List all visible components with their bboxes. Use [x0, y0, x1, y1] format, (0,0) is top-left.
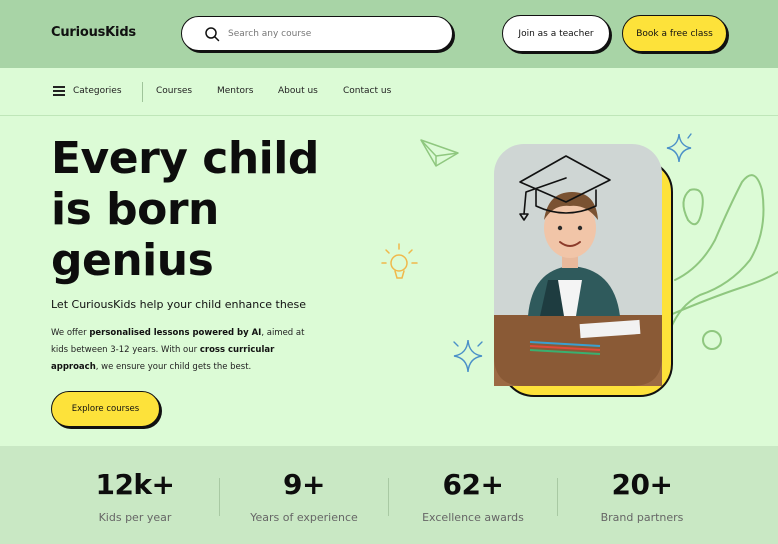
stat-excellence-awards: 62+ Excellence awards — [388, 468, 558, 524]
squiggle-doodle — [669, 174, 778, 350]
paper-plane-icon — [420, 139, 459, 167]
stat-value: 12k+ — [95, 468, 175, 501]
stats-section: 12k+ Kids per year 9+ Years of experienc… — [0, 446, 778, 544]
search-bar[interactable] — [181, 16, 453, 51]
hero-title-line: is born — [51, 184, 219, 235]
hero-title-line: Every child — [51, 133, 319, 184]
stat-value: 62+ — [442, 468, 504, 501]
search-input[interactable] — [228, 25, 438, 42]
hero-illustration — [381, 133, 778, 397]
nav-divider — [142, 82, 143, 102]
explore-courses-button[interactable]: Explore courses — [51, 391, 160, 427]
stat-kids-per-year: 12k+ Kids per year — [50, 468, 220, 524]
nav-categories[interactable]: Categories — [73, 86, 122, 96]
nav-contact-us[interactable]: Contact us — [343, 86, 391, 96]
hero-title: Every child is born genius — [51, 133, 351, 286]
stat-value: 9+ — [283, 468, 325, 501]
stat-label: Brand partners — [600, 511, 684, 524]
hero-subtitle: Let CuriousKids help your child enhance … — [51, 298, 307, 311]
site-logo[interactable]: CuriousKids — [51, 25, 136, 40]
stat-value: 20+ — [611, 468, 673, 501]
hero-description: We offer personalised lessons powered by… — [51, 325, 321, 376]
search-icon — [205, 27, 220, 42]
hero-title-line: genius — [51, 235, 214, 286]
stat-years-experience: 9+ Years of experience — [219, 468, 389, 524]
stat-label: Kids per year — [98, 511, 172, 524]
sparkle-icon — [666, 133, 692, 163]
nav-courses[interactable]: Courses — [156, 86, 192, 96]
nav-about-us[interactable]: About us — [278, 86, 318, 96]
desc-highlight: personalised lessons powered by AI — [89, 328, 262, 338]
stat-label: Excellence awards — [422, 511, 524, 524]
top-header: CuriousKids Join as a teacher Book a fre… — [0, 0, 778, 68]
menu-icon[interactable] — [53, 86, 65, 96]
lightbulb-icon — [381, 243, 418, 279]
main-nav: Categories Courses Mentors About us Cont… — [0, 68, 778, 116]
join-as-teacher-button[interactable]: Join as a teacher — [502, 15, 610, 52]
desc-text: , we ensure your child gets the best. — [95, 362, 252, 372]
stat-label: Years of experience — [250, 511, 358, 524]
desc-text: We offer — [51, 328, 90, 338]
nav-mentors[interactable]: Mentors — [217, 86, 253, 96]
sparkle-icon — [453, 339, 483, 373]
stat-brand-partners: 20+ Brand partners — [557, 468, 727, 524]
book-free-class-button[interactable]: Book a free class — [622, 15, 727, 52]
